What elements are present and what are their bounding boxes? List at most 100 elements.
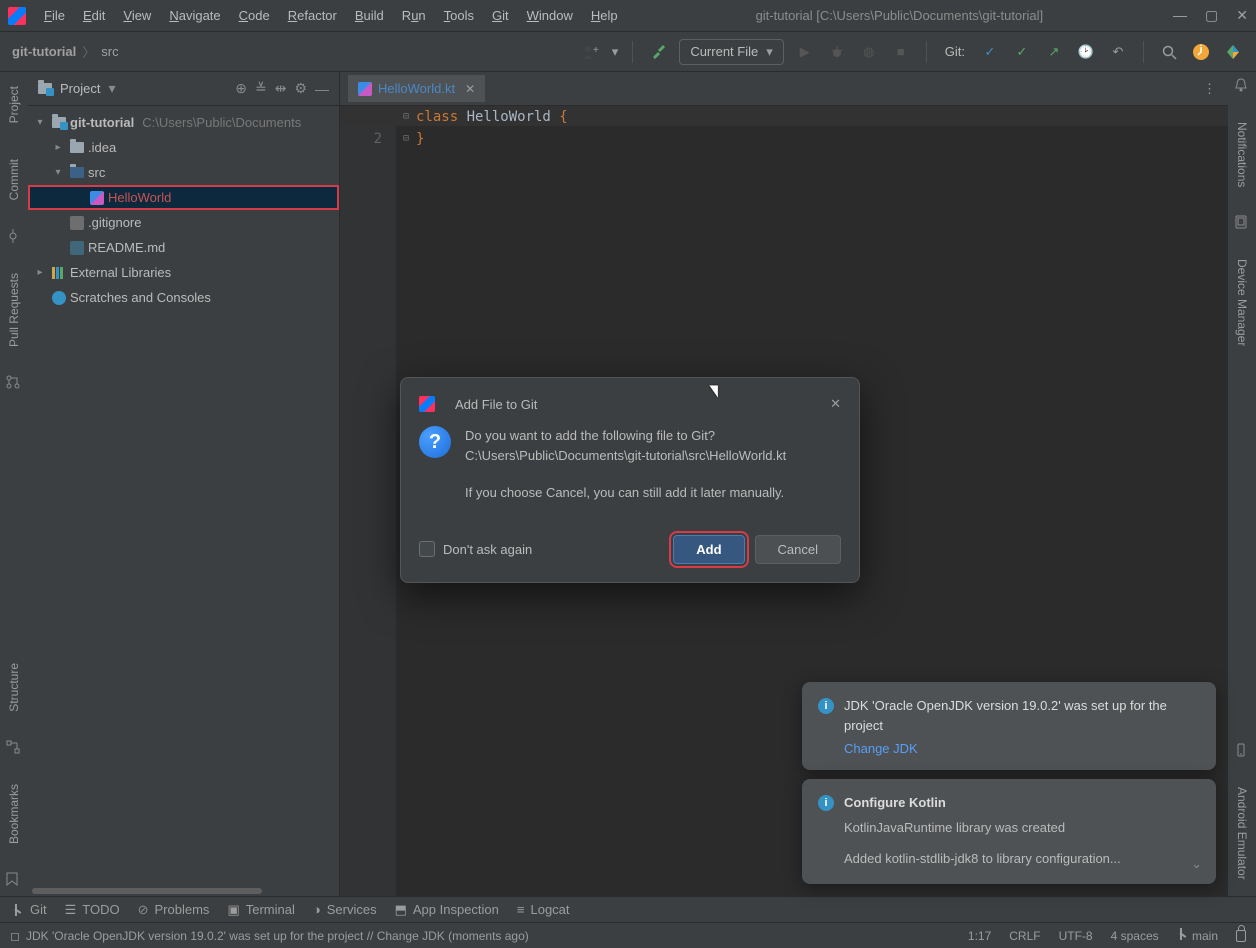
vcs-update-icon[interactable]: ✓	[979, 41, 1001, 63]
gear-icon[interactable]: ⚙	[294, 80, 307, 97]
tree-ext-libs[interactable]: ▸ External Libraries	[28, 260, 339, 285]
project-panel-title[interactable]: Project	[60, 81, 100, 96]
run-config-selector[interactable]: Current File ▾	[679, 39, 783, 65]
bookmark-icon	[6, 872, 22, 888]
editor-tab-hello[interactable]: HelloWorld.kt ✕	[348, 75, 485, 102]
tw-app-inspection[interactable]: ⬒App Inspection	[395, 902, 499, 918]
ide-play-icon[interactable]	[1222, 41, 1244, 63]
menu-navigate[interactable]: Navigate	[161, 4, 228, 27]
tree-root[interactable]: ▾ git-tutorial C:\Users\Public\Documents	[28, 110, 339, 135]
minimize-icon[interactable]: —	[1173, 7, 1187, 24]
strip-notifications[interactable]: Notifications	[1233, 114, 1251, 195]
menu-help[interactable]: Help	[583, 4, 626, 27]
branch-icon	[1177, 928, 1189, 940]
cancel-button[interactable]: Cancel	[755, 535, 841, 564]
menu-run[interactable]: Run	[394, 4, 434, 27]
bell-icon[interactable]	[1234, 78, 1250, 94]
emulator-icon[interactable]	[1234, 743, 1250, 759]
status-encoding[interactable]: UTF-8	[1059, 929, 1093, 943]
gutter[interactable]: 1 2	[340, 106, 396, 896]
scratches-icon	[52, 291, 66, 305]
tw-terminal[interactable]: ▣Terminal	[227, 902, 294, 918]
lock-icon[interactable]	[1236, 930, 1246, 942]
tw-todo[interactable]: ☰TODO	[65, 902, 120, 918]
vcs-commit-icon[interactable]: ✓	[1011, 41, 1033, 63]
add-button[interactable]: Add	[673, 535, 744, 564]
tree-gitignore[interactable]: .gitignore	[28, 210, 339, 235]
menu-edit[interactable]: Edit	[75, 4, 113, 27]
dialog-line1: Do you want to add the following file to…	[465, 428, 715, 443]
breadcrumb[interactable]: git-tutorial 〉 src	[12, 42, 119, 61]
dont-ask-label[interactable]: Don't ask again	[443, 542, 532, 557]
status-line-sep[interactable]: CRLF	[1009, 929, 1040, 943]
dialog-close-icon[interactable]: ✕	[830, 396, 841, 412]
status-indent[interactable]: 4 spaces	[1111, 929, 1159, 943]
tree-readme[interactable]: README.md	[28, 235, 339, 260]
debug-icon[interactable]	[826, 41, 848, 63]
titlebar: File Edit View Navigate Code Refactor Bu…	[0, 0, 1256, 32]
collapse-all-icon[interactable]: ⇹	[275, 80, 287, 97]
status-branch[interactable]: main	[1177, 928, 1218, 943]
project-tree[interactable]: ▾ git-tutorial C:\Users\Public\Documents…	[28, 106, 339, 886]
device-icon[interactable]	[1234, 215, 1250, 231]
strip-bookmarks[interactable]: Bookmarks	[5, 776, 23, 852]
tree-scratches[interactable]: Scratches and Consoles	[28, 285, 339, 310]
menu-refactor[interactable]: Refactor	[280, 4, 345, 27]
user-add-icon[interactable]: +	[580, 41, 602, 63]
hammer-icon[interactable]	[647, 41, 669, 63]
menu-tools[interactable]: Tools	[436, 4, 482, 27]
close-icon[interactable]: ✕	[1236, 7, 1248, 24]
menu-code[interactable]: Code	[231, 4, 278, 27]
change-jdk-link[interactable]: Change JDK	[844, 741, 918, 756]
strip-project[interactable]: Project	[5, 78, 23, 131]
fold-mark-icon[interactable]: ⊟	[403, 106, 409, 128]
notification-kotlin[interactable]: i Configure Kotlin KotlinJavaRuntime lib…	[802, 779, 1216, 884]
coverage-icon[interactable]: ◍	[858, 41, 880, 63]
menu-window[interactable]: Window	[519, 4, 581, 27]
strip-device-manager[interactable]: Device Manager	[1233, 251, 1251, 354]
tw-git[interactable]: Git	[12, 902, 47, 917]
menu-build[interactable]: Build	[347, 4, 392, 27]
tree-idea[interactable]: ▸ .idea	[28, 135, 339, 160]
tab-more-icon[interactable]: ⋮	[1203, 81, 1216, 97]
dont-ask-checkbox[interactable]	[419, 541, 435, 557]
editor-tab-label: HelloWorld.kt	[378, 81, 455, 96]
services-icon: ◑	[313, 902, 321, 917]
tw-problems[interactable]: ⊘Problems	[138, 902, 210, 918]
strip-commit[interactable]: Commit	[5, 151, 23, 208]
vcs-revert-icon[interactable]: ↶	[1107, 41, 1129, 63]
strip-emulator[interactable]: Android Emulator	[1233, 779, 1251, 888]
strip-structure[interactable]: Structure	[5, 655, 23, 720]
tw-services[interactable]: ◑Services	[313, 902, 377, 917]
structure-icon	[6, 740, 22, 756]
menu-view[interactable]: View	[115, 4, 159, 27]
tree-hello-world[interactable]: HelloWorld	[28, 185, 339, 210]
vcs-history-icon[interactable]: 🕑	[1075, 41, 1097, 63]
menu-git[interactable]: Git	[484, 4, 517, 27]
tree-src[interactable]: ▾ src	[28, 160, 339, 185]
sync-icon[interactable]	[1190, 41, 1212, 63]
chevron-down-icon[interactable]: ▾	[108, 80, 115, 97]
chevron-down-icon[interactable]: ⌄	[1191, 856, 1202, 872]
maximize-icon[interactable]: ▢	[1205, 7, 1218, 24]
tab-close-icon[interactable]: ✕	[465, 82, 475, 96]
vcs-push-icon[interactable]: ↗	[1043, 41, 1065, 63]
strip-pull-requests[interactable]: Pull Requests	[5, 265, 23, 355]
toolwindow-toggle-icon[interactable]: ◻	[10, 929, 20, 943]
breadcrumb-child[interactable]: src	[101, 44, 118, 59]
stop-icon[interactable]: ■	[890, 41, 912, 63]
menu-file[interactable]: File	[36, 4, 73, 27]
select-opened-icon[interactable]: ⊕	[235, 80, 247, 97]
play-icon[interactable]: ▶	[794, 41, 816, 63]
hide-icon[interactable]: —	[315, 81, 329, 97]
svg-text:+: +	[593, 45, 599, 56]
expand-all-icon[interactable]: ≚	[255, 80, 267, 97]
fold-mark-icon[interactable]: ⊟	[403, 128, 409, 150]
horizontal-scrollbar[interactable]	[28, 886, 339, 896]
tw-logcat[interactable]: ≡Logcat	[517, 902, 570, 917]
notification-jdk[interactable]: i JDK 'Oracle OpenJDK version 19.0.2' wa…	[802, 682, 1216, 770]
status-caret-pos[interactable]: 1:17	[968, 929, 991, 943]
search-icon[interactable]	[1158, 41, 1180, 63]
dialog-path: C:\Users\Public\Documents\git-tutorial\s…	[465, 448, 786, 463]
breadcrumb-root[interactable]: git-tutorial	[12, 44, 76, 59]
